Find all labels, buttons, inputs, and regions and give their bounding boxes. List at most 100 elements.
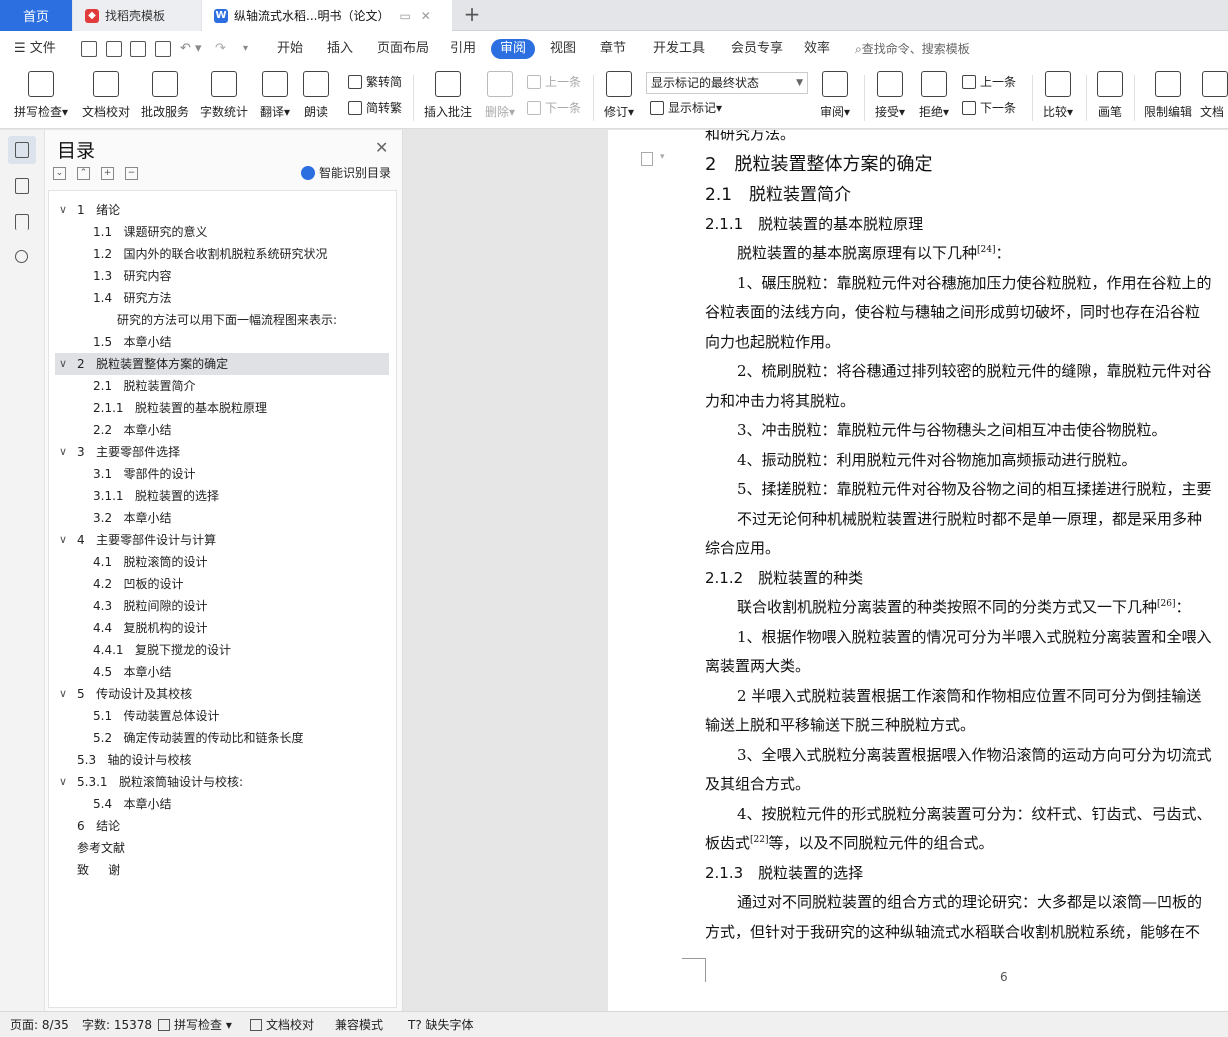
toc-rail-button[interactable] bbox=[8, 136, 36, 164]
page-indicator[interactable]: 页面: 8/35 bbox=[10, 1012, 69, 1037]
next-comment-button[interactable]: 下一条 bbox=[527, 98, 581, 118]
quick-access-dropdown-icon[interactable]: ▾ bbox=[243, 31, 248, 67]
menu-review[interactable]: 审阅 bbox=[491, 39, 536, 59]
bookmark-rail-button[interactable] bbox=[8, 208, 36, 236]
chevron-down-icon[interactable]: ∨ bbox=[59, 771, 67, 793]
chevron-down-icon[interactable]: ▾ bbox=[660, 152, 665, 162]
file-menu[interactable]: ☰ 文件 bbox=[14, 31, 56, 67]
save-icon[interactable] bbox=[81, 41, 97, 57]
toc-item[interactable]: 研究的方法可以用下面一幅流程图来表示: bbox=[49, 309, 396, 331]
add-heading-icon[interactable]: + bbox=[101, 167, 114, 180]
toc-item[interactable]: 4.4.1 复脱下搅龙的设计 bbox=[49, 639, 396, 661]
toc-item[interactable]: 3.1.1 脱粒装置的选择 bbox=[49, 485, 396, 507]
menu-view[interactable]: 视图 bbox=[550, 31, 576, 67]
toc-item[interactable]: 4.3 脱粒间隙的设计 bbox=[49, 595, 396, 617]
tab-document[interactable]: W 纵轴流式水稻...明书（论文） ▭ ✕ bbox=[202, 0, 452, 31]
delete-comment-button[interactable]: 删除▾ bbox=[480, 71, 520, 125]
trad-to-simp-button[interactable]: 繁转简 bbox=[348, 72, 402, 92]
toc-item[interactable]: ∨ 5.3.1 脱粒滚筒轴设计与校核: bbox=[49, 771, 396, 793]
tab-screen-icon[interactable]: ▭ bbox=[399, 9, 410, 23]
prev-change-button[interactable]: 上一条 bbox=[962, 72, 1016, 92]
find-rail-button[interactable] bbox=[8, 244, 36, 272]
show-markup-button[interactable]: 显示标记▾ bbox=[650, 98, 722, 118]
smart-toc-button[interactable]: 智能识别目录 bbox=[301, 164, 391, 181]
command-search[interactable]: ⌕查找命令、搜索模板 bbox=[855, 31, 970, 67]
markup-state-select[interactable]: 显示标记的最终状态 ▼ bbox=[646, 72, 808, 94]
tab-home[interactable]: 首页 bbox=[0, 0, 72, 31]
chevron-down-icon[interactable]: ∨ bbox=[59, 353, 67, 375]
toc-item[interactable]: 5.3 轴的设计与校核 bbox=[49, 749, 396, 771]
reject-button[interactable]: 拒绝▾ bbox=[914, 71, 954, 125]
toc-item[interactable]: 5.4 本章小结 bbox=[49, 793, 396, 815]
prev-comment-button[interactable]: 上一条 bbox=[527, 72, 581, 92]
chapter-nav-rail-button[interactable] bbox=[8, 172, 36, 200]
compare-button[interactable]: 比较▾ bbox=[1038, 71, 1078, 125]
expand-all-icon[interactable]: ⌃ bbox=[77, 167, 90, 180]
toc-item[interactable]: ∨ 1 绪论 bbox=[49, 199, 396, 221]
toc-item[interactable]: 5.1 传动装置总体设计 bbox=[49, 705, 396, 727]
insert-comment-button[interactable]: 插入批注 bbox=[422, 71, 474, 125]
remove-heading-icon[interactable]: − bbox=[125, 167, 138, 180]
toc-item[interactable]: 1.5 本章小结 bbox=[49, 331, 396, 353]
tab-close-icon[interactable]: ✕ bbox=[421, 9, 431, 23]
toc-item[interactable]: 2.1 脱粒装置简介 bbox=[49, 375, 396, 397]
menu-chapter[interactable]: 章节 bbox=[600, 31, 626, 67]
menu-page-layout[interactable]: 页面布局 bbox=[377, 31, 429, 67]
toc-item[interactable]: 4.5 本章小结 bbox=[49, 661, 396, 683]
simp-to-trad-button[interactable]: 简转繁 bbox=[348, 98, 402, 118]
toc-item[interactable]: ∨ 2 脱粒装置整体方案的确定 bbox=[55, 353, 389, 375]
redo-icon[interactable]: ↷ bbox=[215, 31, 226, 67]
toc-item[interactable]: ∨ 3 主要零部件选择 bbox=[49, 441, 396, 463]
doc-proof-button[interactable]: 文档校对 bbox=[78, 71, 134, 125]
toc-item[interactable]: 1.1 课题研究的意义 bbox=[49, 221, 396, 243]
restrict-edit-button[interactable]: 限制编辑 bbox=[1140, 71, 1196, 125]
menu-efficiency[interactable]: 效率 bbox=[804, 31, 830, 67]
toc-item[interactable]: ∨ 5 传动设计及其校核 bbox=[49, 683, 396, 705]
toc-item[interactable]: 2.1.1 脱粒装置的基本脱粒原理 bbox=[49, 397, 396, 419]
undo-icon[interactable]: ↶ ▾ bbox=[180, 31, 202, 67]
missing-font-indicator[interactable]: T? 缺失字体 bbox=[408, 1012, 474, 1037]
collapse-all-icon[interactable]: ⌄ bbox=[53, 167, 66, 180]
translate-button[interactable]: 翻译▾ bbox=[255, 71, 295, 125]
menu-member[interactable]: 会员专享 bbox=[731, 31, 783, 67]
status-spell-check[interactable]: 拼写检查 ▾ bbox=[158, 1012, 232, 1037]
menu-start[interactable]: 开始 bbox=[277, 31, 303, 67]
citation-ref[interactable]: [24] bbox=[977, 245, 995, 255]
word-count-button[interactable]: 字数统计 bbox=[196, 71, 252, 125]
toc-item[interactable]: 6 结论 bbox=[49, 815, 396, 837]
toc-item[interactable]: 1.4 研究方法 bbox=[49, 287, 396, 309]
toc-item[interactable]: 4.4 复脱机构的设计 bbox=[49, 617, 396, 639]
menu-references[interactable]: 引用 bbox=[450, 31, 476, 67]
read-aloud-button[interactable]: 朗读 bbox=[298, 71, 334, 125]
toc-item[interactable]: ∨ 4 主要零部件设计与计算 bbox=[49, 529, 396, 551]
toc-item[interactable]: 4.2 凹板的设计 bbox=[49, 573, 396, 595]
toc-item[interactable]: 参考文献 bbox=[49, 837, 396, 859]
print-preview-icon[interactable] bbox=[155, 41, 171, 57]
citation-ref[interactable]: [22] bbox=[750, 835, 768, 845]
batch-service-button[interactable]: 批改服务 bbox=[137, 71, 193, 125]
accept-button[interactable]: 接受▾ bbox=[870, 71, 910, 125]
chevron-down-icon[interactable]: ∨ bbox=[59, 199, 67, 221]
chevron-down-icon[interactable]: ∨ bbox=[59, 529, 67, 551]
toc-item[interactable]: 1.3 研究内容 bbox=[49, 265, 396, 287]
next-change-button[interactable]: 下一条 bbox=[962, 98, 1016, 118]
paragraph-handle-icon[interactable] bbox=[641, 152, 653, 166]
review-pane-button[interactable]: 审阅▾ bbox=[816, 71, 854, 125]
toc-item[interactable]: 致 谢 bbox=[49, 859, 396, 881]
toc-item[interactable]: 5.2 确定传动装置的传动比和链条长度 bbox=[49, 727, 396, 749]
print-icon[interactable] bbox=[130, 41, 146, 57]
citation-ref[interactable]: [26] bbox=[1157, 599, 1175, 609]
toc-item[interactable]: 4.1 脱粒滚筒的设计 bbox=[49, 551, 396, 573]
menu-developer[interactable]: 开发工具 bbox=[653, 31, 705, 67]
tab-templates[interactable]: ◆ 找稻壳模板 bbox=[73, 0, 201, 31]
close-icon[interactable]: ✕ bbox=[375, 138, 388, 157]
spell-check-button[interactable]: 拼写检查▾ bbox=[10, 71, 72, 125]
new-tab-icon[interactable]: + bbox=[460, 3, 484, 27]
export-pdf-icon[interactable] bbox=[106, 41, 122, 57]
document-page[interactable]: ▾ 6 和研究方法。 2 脱粒装置整体方案的确定 2.1 脱粒装置简介 2.1.1 脱… bbox=[608, 130, 1228, 1011]
doc-permission-button[interactable]: 文档 bbox=[1200, 71, 1228, 125]
pen-button[interactable]: 画笔 bbox=[1092, 71, 1128, 125]
chevron-down-icon[interactable]: ∨ bbox=[59, 441, 67, 463]
toc-item[interactable]: 3.1 零部件的设计 bbox=[49, 463, 396, 485]
chevron-down-icon[interactable]: ∨ bbox=[59, 683, 67, 705]
